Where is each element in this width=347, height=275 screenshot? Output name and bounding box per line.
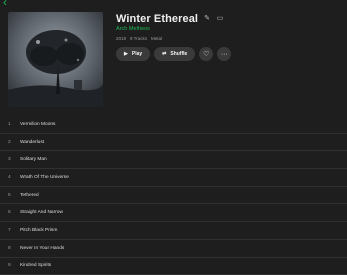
track-row[interactable]: 1 Vermilion Moons xyxy=(0,116,347,134)
album-title-row: Winter Ethereal ✎ ▭ xyxy=(116,13,224,25)
track-name: Wrath Of The Universe xyxy=(20,174,69,180)
track-number: 4 xyxy=(8,174,11,180)
track-name: Never In Your Hands xyxy=(20,245,65,251)
track-row[interactable]: 2 Wanderlust xyxy=(0,134,347,152)
album-meta: 2019 9 Tracks Metal xyxy=(116,36,162,41)
play-button[interactable]: ▶ Play xyxy=(116,47,151,61)
artist-link[interactable]: Arch Metheos xyxy=(116,26,150,32)
track-number: 2 xyxy=(8,139,11,145)
track-name: Solitary Man xyxy=(20,157,47,163)
play-label: Play xyxy=(131,51,143,57)
track-number: 5 xyxy=(8,192,11,198)
pencil-icon[interactable]: ✎ xyxy=(203,15,211,23)
track-row[interactable]: 5 Tethered xyxy=(0,187,347,205)
track-row[interactable]: 9 Kindred Spirits xyxy=(0,258,347,275)
track-name: Straight And Narrow xyxy=(20,210,63,216)
track-row[interactable]: 8 Never In Your Hands xyxy=(0,240,347,258)
track-row[interactable]: 3 Solitary Man xyxy=(0,151,347,170)
play-icon: ▶ xyxy=(124,51,128,57)
shuffle-button[interactable]: ⇄ Shuffle xyxy=(154,47,196,61)
shuffle-icon: ⇄ xyxy=(162,51,167,57)
track-number: 7 xyxy=(8,227,11,233)
track-row[interactable]: 6 Straight And Narrow xyxy=(0,204,347,223)
track-number: 1 xyxy=(8,121,11,127)
track-name: Wanderlust xyxy=(20,139,45,145)
track-name: Tethered xyxy=(20,192,39,198)
album-track-count: 9 Tracks xyxy=(130,36,148,41)
album-title: Winter Ethereal xyxy=(116,13,199,25)
track-number: 8 xyxy=(8,245,11,251)
track-name: Pitch Black Prism xyxy=(20,227,58,233)
track-list: 1 Vermilion Moons 2 Wanderlust 3 Solitar… xyxy=(0,116,347,275)
track-name: Kindred Spirits xyxy=(20,263,52,269)
heart-icon[interactable]: ♡ xyxy=(199,47,214,61)
track-row[interactable]: 7 Pitch Black Prism xyxy=(0,222,347,240)
track-row[interactable]: 4 Wrath Of The Universe xyxy=(0,169,347,187)
album-genre[interactable]: Metal xyxy=(151,36,162,41)
back-arrow-icon[interactable]: ‹ xyxy=(3,0,17,9)
track-number: 6 xyxy=(8,210,11,216)
album-cover xyxy=(8,12,103,107)
shuffle-label: Shuffle xyxy=(170,51,188,57)
monitor-icon[interactable]: ▭ xyxy=(216,15,224,23)
track-number: 9 xyxy=(8,263,11,269)
playback-controls: ▶ Play ⇄ Shuffle ♡ ··· xyxy=(116,47,232,61)
album-year: 2019 xyxy=(116,36,127,41)
track-number: 3 xyxy=(8,157,11,163)
track-name: Vermilion Moons xyxy=(20,121,56,127)
more-icon[interactable]: ··· xyxy=(217,47,232,61)
